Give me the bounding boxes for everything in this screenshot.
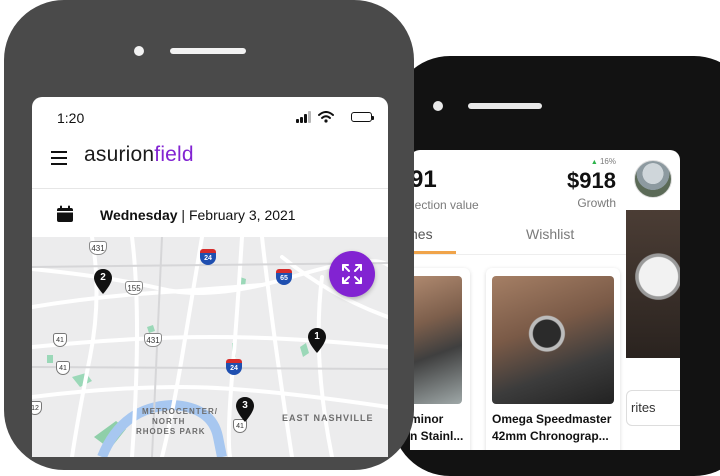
watch-photo [410,276,462,404]
map-pin-number: 2 [100,272,106,283]
map-pin[interactable]: 3 [235,397,255,423]
speaker-slot [468,103,542,109]
interstate-shield: 65 [276,269,292,285]
calendar-icon [57,205,73,222]
expand-icon [342,264,362,284]
collection-value: 91 [410,166,437,193]
watch-title-line1: Omega Speedmaster [492,412,612,426]
speaker-slot [170,48,246,54]
route-shield: 41 [53,333,67,347]
route-shield: 155 [125,281,143,295]
map-pin-number: 1 [314,331,320,342]
schedule-screen: 1:20 asurionfield Wednesday | February 3… [32,97,388,457]
map-pin[interactable]: 1 [307,328,327,354]
route-shield: 41 [56,361,70,375]
watch-title-line1: minor [410,412,444,426]
tab-wishlist[interactable]: Wishlist [526,226,574,242]
active-tab-indicator [410,251,456,254]
favorites-button[interactable]: rites [626,390,680,426]
watch-photo [492,276,614,404]
selected-date: Wednesday | February 3, 2021 [100,207,296,223]
camera-dot [433,101,443,111]
route-shield: 431 [144,333,162,347]
menu-icon[interactable] [51,151,67,165]
growth-value: $918 [567,168,616,193]
watch-title-line2: n Stainl... [410,429,464,443]
map-label-rhodes-park: RHODES PARK [136,427,206,436]
expand-map-button[interactable] [329,251,375,297]
watch-detail-photo [626,210,680,358]
interstate-shield: 24 [200,249,216,265]
collection-screen: 91 lection value ▲ 16% $918 Growth nes W… [410,150,680,450]
wifi-icon [318,111,334,123]
camera-dot [134,46,144,56]
battery-icon [351,112,374,122]
watch-title-line2: 42mm Chronograp... [492,429,609,443]
signal-icon [296,111,312,123]
up-arrow-icon: ▲ [590,159,598,166]
map-pin-number: 3 [242,400,248,411]
date-selector[interactable]: Wednesday | February 3, 2021 [32,189,388,237]
map-label-east-nashville: EAST NASHVILLE [282,413,374,423]
route-shield: 431 [89,241,107,255]
watch-card[interactable]: minor n Stainl... [410,268,470,450]
app-logo: asurionfield [84,143,194,166]
avatar[interactable] [634,160,672,198]
collection-value-label: lection value [412,198,479,212]
interstate-shield: 24 [226,359,242,375]
map-label-metrocenter: METROCENTER/ [142,407,218,416]
collection-tabs: nes Wishlist [410,212,626,255]
map-pin[interactable]: 2 [93,269,113,295]
watch-card[interactable]: Omega Speedmaster 42mm Chronograp... [486,268,620,450]
growth-label: Growth [577,196,616,210]
map-label-north: NORTH [152,417,186,426]
growth-percent: ▲ 16% [591,157,616,166]
status-time: 1:20 [57,110,85,126]
growth-percent-value: 16% [599,157,616,166]
